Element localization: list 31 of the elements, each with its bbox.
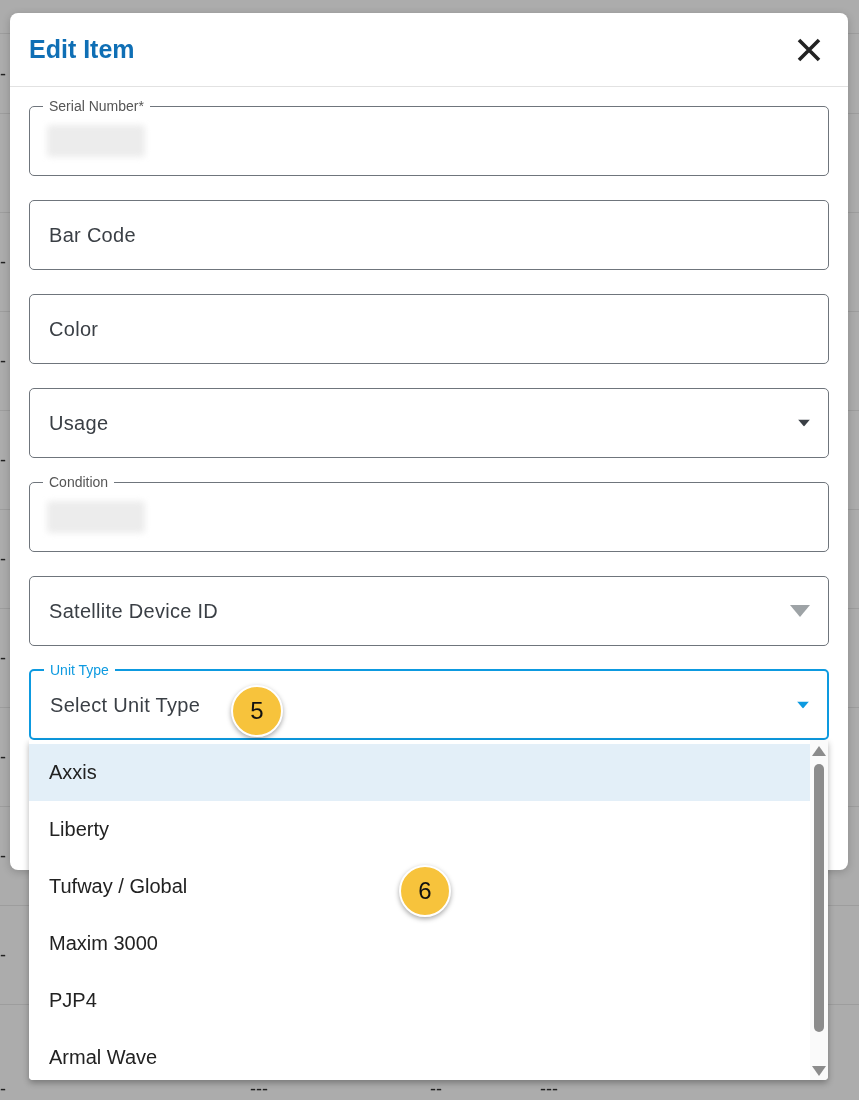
input-field[interactable]: Bar Code (29, 200, 829, 270)
table-cell: -- (430, 1079, 442, 1099)
select-field[interactable]: Usage (29, 388, 829, 458)
caret-icon (797, 701, 809, 709)
table-cell: --- (540, 1079, 558, 1099)
dropdown-option[interactable]: Armal Wave (29, 1029, 810, 1080)
dialog-title: Edit Item (29, 35, 135, 64)
table-cell: - (0, 945, 6, 965)
table-cell: - (0, 846, 6, 866)
field-label: Unit Type (49, 662, 110, 678)
table-cell: - (0, 450, 6, 470)
field-label: Serial Number* (48, 98, 145, 114)
table-cell: - (0, 549, 6, 569)
scrollbar[interactable] (810, 740, 828, 1080)
step-marker: 5 (231, 685, 283, 737)
field-label: Condition (48, 474, 110, 490)
caret-icon (790, 605, 810, 617)
input-field[interactable]: Condition (29, 474, 829, 552)
table-cell: - (0, 252, 6, 272)
table-cell: - (0, 63, 6, 84)
scroll-down-icon[interactable] (812, 1066, 826, 1076)
scroll-up-icon[interactable] (812, 746, 826, 756)
table-cell: - (0, 1079, 6, 1099)
table-cell: --- (250, 1079, 268, 1099)
input-field[interactable]: Color (29, 294, 829, 364)
dropdown-option[interactable]: Axxis (29, 744, 810, 801)
table-cell: - (0, 747, 6, 767)
table-cell: - (0, 648, 6, 668)
table-cell: - (0, 351, 6, 371)
caret-icon (798, 419, 810, 427)
input-field[interactable]: Serial Number* (29, 98, 829, 176)
